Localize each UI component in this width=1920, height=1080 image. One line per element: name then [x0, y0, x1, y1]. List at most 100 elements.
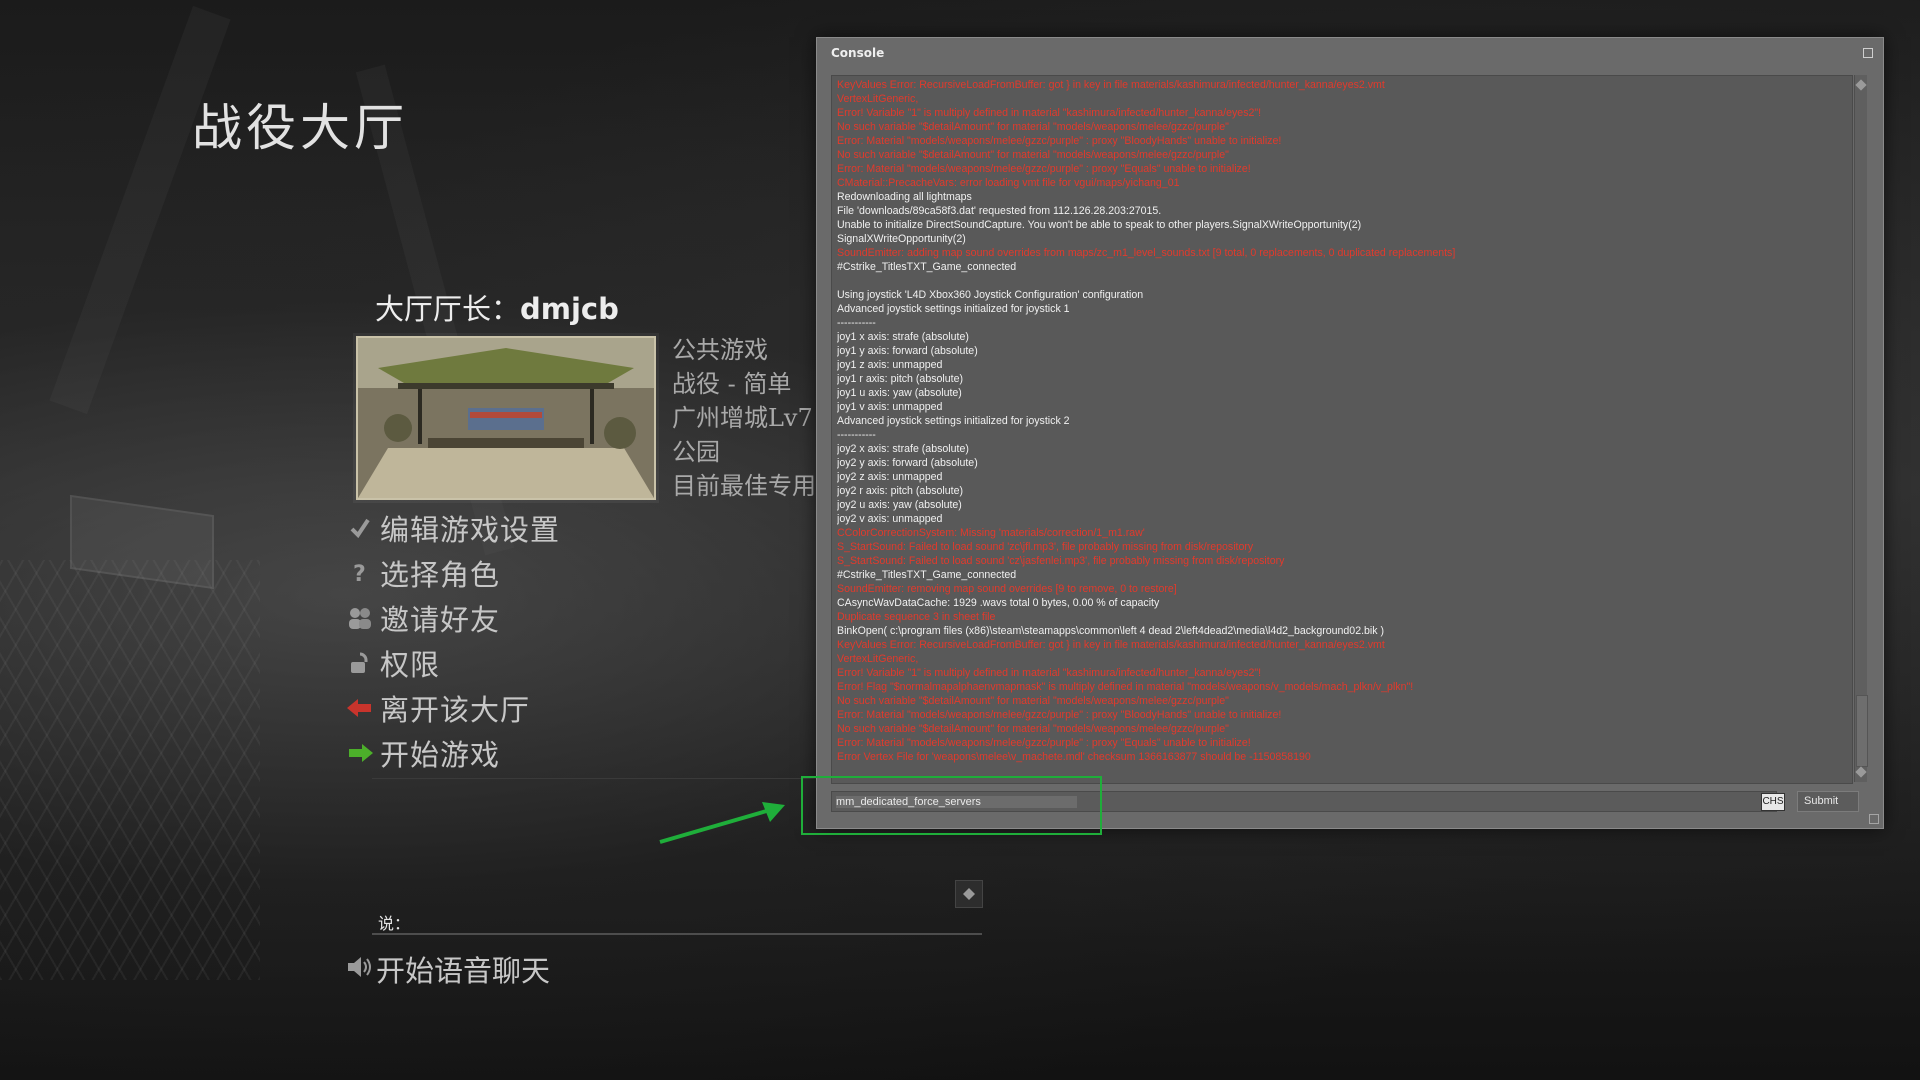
menu-item-start-game[interactable]: 开始游戏 [346, 730, 560, 775]
console-line: SoundEmitter: adding map sound overrides… [837, 247, 1456, 259]
chat-input[interactable] [372, 905, 982, 935]
menu-item-permissions[interactable]: 权限 [346, 640, 560, 685]
ime-badge: CHS [1761, 793, 1785, 811]
console-line: ----------- [837, 317, 876, 329]
console-line: S_StartSound: Failed to load sound 'zc\j… [837, 541, 1254, 553]
console-line: Error: Material "models/weapons/melee/gz… [837, 737, 1251, 749]
menu-item-label: 编辑游戏设置 [380, 512, 561, 547]
console-line: Unable to initialize DirectSoundCapture.… [837, 219, 1362, 231]
host-name: dmjcb [520, 292, 619, 326]
console-line: #Cstrike_TitlesTXT_Game_connected [837, 569, 1017, 581]
console-line: joy2 u axis: yaw (absolute) [837, 499, 962, 511]
console-line: Using joystick 'L4D Xbox360 Joystick Con… [837, 289, 1144, 301]
voice-chat-label: 开始语音聊天 [376, 954, 551, 988]
info-campaign: 广州增城Lv7 [672, 404, 813, 432]
console-line: No such variable "$detailAmount" for mat… [837, 695, 1229, 707]
console-line: joy2 v axis: unmapped [837, 513, 943, 525]
info-chapter: 公园 [672, 438, 720, 466]
annotation-arrow-icon [659, 802, 785, 844]
console-line: VertexLitGeneric, [837, 653, 919, 665]
console-line: CMaterial::PrecacheVars: error loading v… [837, 177, 1180, 189]
console-line: Error! Flag "$normalmapalphaenvmapmask" … [837, 681, 1414, 693]
menu-item-edit-settings[interactable]: 编辑游戏设置 [346, 505, 560, 550]
console-line: #Cstrike_TitlesTXT_Game_connected [837, 261, 1017, 273]
console-scrollbar[interactable] [1854, 75, 1868, 782]
console-line: joy1 v axis: unmapped [837, 401, 943, 413]
voice-chat-button[interactable]: 开始语音聊天 [346, 948, 550, 990]
exit-arrow-icon [346, 694, 374, 722]
console-line: Error! Variable "1" is multiply defined … [837, 667, 1262, 679]
console-line: joy1 z axis: unmapped [837, 359, 943, 371]
console-line: Duplicate sequence 3 in sheet file [837, 611, 996, 623]
console-line: Error: Material "models/weapons/melee/gz… [837, 163, 1251, 175]
console-line: joy1 u axis: yaw (absolute) [837, 387, 962, 399]
console-line: KeyValues Error: RecursiveLoadFromBuffer… [837, 79, 1385, 91]
menu-item-invite-friends[interactable]: 邀请好友 [346, 595, 560, 640]
scroll-thumb[interactable] [1856, 695, 1868, 767]
console-line: joy2 y axis: forward (absolute) [837, 457, 978, 469]
checkmark-icon [346, 514, 374, 542]
menu-item-label: 邀请好友 [380, 602, 501, 637]
console-line: File 'downloads/89ca58f3.dat' requested … [837, 205, 1162, 217]
svg-text:?: ? [353, 562, 366, 585]
console-window[interactable]: Console KeyValues Error: RecursiveLoadFr… [816, 37, 1884, 829]
menu-item-label: 离开该大厅 [380, 692, 531, 727]
console-line: Error! Variable "1" is multiply defined … [837, 107, 1262, 119]
console-line: Error: Material "models/weapons/melee/gz… [837, 709, 1282, 721]
scroll-up-icon[interactable] [1855, 79, 1867, 91]
friends-icon [346, 604, 374, 632]
host-row: 大厅厅长：dmjcb [375, 286, 619, 328]
resize-grip-icon[interactable] [1869, 814, 1879, 824]
say-label: 说： [378, 914, 411, 933]
fence-image [0, 560, 260, 980]
lobby-title: 战役大厅 [192, 99, 408, 157]
menu-item-label: 开始游戏 [380, 737, 501, 772]
speaker-icon [346, 955, 372, 983]
console-line: joy2 z axis: unmapped [837, 471, 943, 483]
info-server: 目前最佳专用 [672, 472, 816, 500]
lock-icon [346, 649, 374, 677]
menu-item-choose-character[interactable]: ? 选择角色 [346, 550, 560, 595]
console-line: CAsyncWavDataCache: 1929 .wavs total 0 b… [837, 597, 1160, 609]
campaign-thumbnail [356, 336, 656, 500]
console-line: joy1 y axis: forward (absolute) [837, 345, 978, 357]
console-line: SignalXWriteOpportunity(2) [837, 233, 966, 245]
console-line: Advanced joystick settings initialized f… [837, 303, 1070, 315]
info-visibility: 公共游戏 [672, 336, 768, 364]
host-label: 大厅厅长： [375, 292, 521, 326]
menu-item-label: 选择角色 [380, 557, 501, 592]
console-line: joy2 x axis: strafe (absolute) [837, 443, 969, 455]
console-line: Error Vertex File for 'weapons\melee\v_m… [837, 751, 1311, 763]
console-line: joy1 r axis: pitch (absolute) [837, 373, 964, 385]
console-line: VertexLitGeneric, [837, 93, 919, 105]
menu-item-label: 权限 [380, 647, 441, 682]
console-line: SoundEmitter: removing map sound overrid… [837, 583, 1177, 595]
console-line: S_StartSound: Failed to load sound 'cz\j… [837, 555, 1285, 567]
chat-scroll-button[interactable] [955, 880, 983, 908]
console-line: joy1 x axis: strafe (absolute) [837, 331, 969, 343]
menu-item-leave-lobby[interactable]: 离开该大厅 [346, 685, 560, 730]
lobby-info-list: 公共游戏 战役 - 简单 广州增城Lv7 公园 目前最佳专用 [672, 333, 816, 503]
console-title: Console [831, 46, 885, 60]
console-line: No such variable "$detailAmount" for mat… [837, 121, 1229, 133]
console-lines: KeyValues Error: RecursiveLoadFromBuffer… [832, 76, 1852, 764]
console-log[interactable]: KeyValues Error: RecursiveLoadFromBuffer… [831, 75, 1853, 784]
annotation-highlight-box [801, 776, 1102, 835]
scroll-down-icon[interactable] [1855, 766, 1867, 778]
submit-button[interactable]: Submit [1797, 791, 1859, 812]
close-icon[interactable] [1863, 48, 1873, 58]
console-line: ----------- [837, 429, 876, 441]
console-line: KeyValues Error: RecursiveLoadFromBuffer… [837, 639, 1385, 651]
console-line: No such variable "$detailAmount" for mat… [837, 723, 1229, 735]
console-line: No such variable "$detailAmount" for mat… [837, 149, 1229, 161]
question-icon: ? [346, 559, 374, 587]
console-line: CColorCorrectionSystem: Missing 'materia… [837, 527, 1145, 539]
console-line: BinkOpen( c:\program files (x86)\steam\s… [837, 625, 1385, 637]
lobby-menu: 编辑游戏设置 ? 选择角色 邀请好友 权限 离开该大厅 开始游戏 [346, 505, 560, 775]
console-line: joy2 r axis: pitch (absolute) [837, 485, 964, 497]
diamond-icon [963, 888, 975, 900]
console-line: Advanced joystick settings initialized f… [837, 415, 1070, 427]
console-line: Redownloading all lightmaps [837, 191, 972, 203]
start-arrow-icon [346, 739, 374, 767]
